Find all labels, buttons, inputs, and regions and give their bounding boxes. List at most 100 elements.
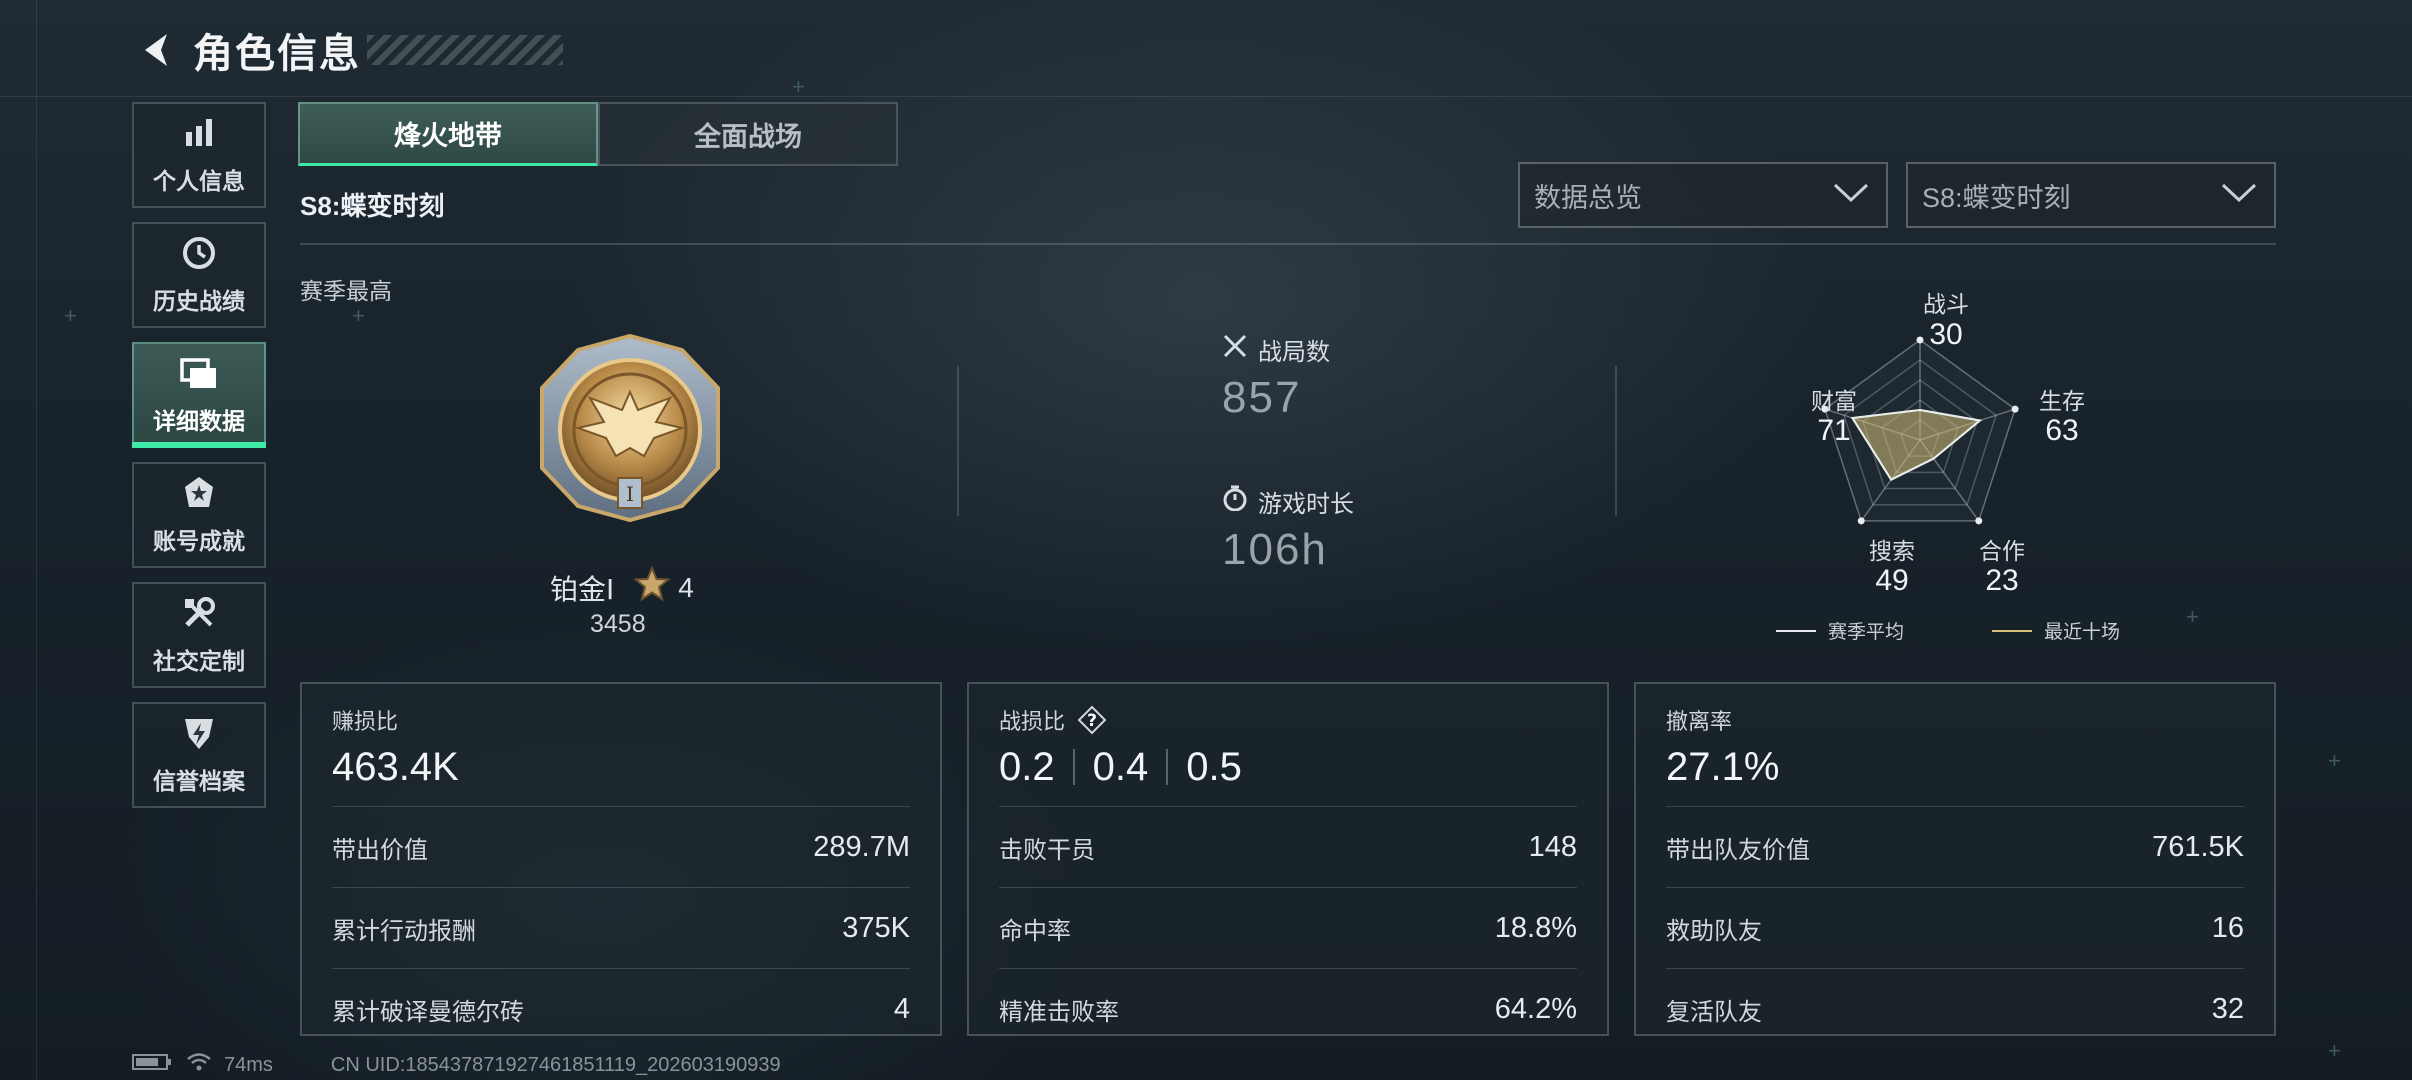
uid-text: CN UID:18543787192746185111​9_2026031909…: [330, 1053, 781, 1076]
row-label: 带出价值: [332, 836, 428, 864]
header-divider: [300, 243, 2276, 245]
season-dropdown-value: S8:蝶变时刻: [1922, 182, 2071, 213]
achievement-badge-icon: [180, 474, 218, 512]
table-row: 累计行动报酬 375K: [332, 887, 910, 968]
row-label: 复活队友: [1666, 998, 1762, 1026]
season-best-label: 赛季最高: [300, 278, 392, 304]
sidebar-item-reputation[interactable]: 信誉档案: [132, 702, 266, 808]
legend-recent-ten: 最近十场: [1992, 617, 2120, 644]
bg-grid-line: [36, 0, 37, 1080]
legend-label: 赛季平均: [1828, 622, 1905, 643]
season-title: S8:蝶变时刻: [300, 191, 445, 221]
chevron-down-icon: [2220, 182, 2258, 209]
row-label: 精准击败率: [999, 998, 1119, 1026]
rank-name: 铂金Ⅰ: [550, 573, 615, 605]
table-row: 复活队友 32: [1666, 968, 2244, 1049]
combat-ratio-1: 0.2: [999, 744, 1055, 789]
svg-text:I: I: [626, 482, 634, 506]
rank-stars: 4: [678, 571, 694, 603]
status-footer: 74ms CN UID:18543787192746185111​9_20260…: [132, 1052, 781, 1078]
row-value: 18.8%: [1494, 911, 1577, 944]
bg-grid-line: [0, 96, 2412, 97]
combat-ratio-2: 0.4: [1092, 744, 1149, 789]
sidebar-item-label: 历史战绩: [153, 288, 245, 314]
profit-card: 赚损比 463.4K 带出价值 289.7M 累计行动报酬 375K 累计破译曼…: [300, 682, 942, 1036]
title-stripe-decoration: [367, 35, 563, 65]
rank-emblem-icon: I: [532, 332, 728, 524]
radar-vertex-dot: [1975, 517, 1983, 525]
row-value: 16: [2211, 911, 2244, 944]
row-label: 击败干员: [999, 836, 1095, 864]
stopwatch-icon: [1222, 485, 1248, 518]
rank-line: 铂金Ⅰ 4: [550, 565, 710, 609]
tab-full-battlefield[interactable]: 全面战场: [598, 102, 898, 166]
history-clock-icon: [180, 234, 218, 272]
bg-crosshair: +: [2328, 748, 2341, 773]
battery-icon: [132, 1053, 172, 1077]
sidebar-item-label: 账号成就: [153, 528, 245, 554]
row-value: 761.5K: [2152, 830, 2244, 863]
combat-card-title: 战损比: [999, 709, 1066, 734]
radar-axis-label: 财富: [1811, 388, 1857, 414]
wifi-icon: [186, 1052, 212, 1078]
legend-swatch-gold: [1992, 629, 2032, 632]
row-label: 救助队友: [1666, 917, 1762, 945]
combat-card: 战损比 ? 0.2 0.4 0.5 击败干员 148 命中率 18.8% 精准击…: [967, 682, 1609, 1036]
table-row: 带出价值 289.7M: [332, 806, 910, 887]
sidebar-item-label: 信誉档案: [153, 768, 245, 794]
table-row: 救助队友 16: [1666, 887, 2244, 968]
row-label: 命中率: [999, 917, 1071, 945]
playtime-value: 106h: [1222, 525, 1328, 574]
row-value: 289.7M: [813, 830, 910, 863]
view-dropdown-value: 数据总览: [1534, 182, 1642, 213]
row-value: 64.2%: [1494, 992, 1577, 1025]
extract-card-title: 撤离率: [1666, 709, 1733, 734]
extract-card: 撤离率 27.1% 带出队友价值 761.5K 救助队友 16 复活队友 32: [1634, 682, 2276, 1036]
table-row: 击败干员 148: [999, 806, 1577, 887]
sidebar-item-personal-info[interactable]: 个人信息: [132, 102, 266, 208]
matches-value: 857: [1222, 373, 1302, 422]
radar-vertex-dot: [1857, 517, 1865, 525]
season-dropdown[interactable]: S8:蝶变时刻: [1906, 162, 2276, 228]
help-icon[interactable]: ?: [1077, 705, 1107, 735]
page-header: 角色信息: [135, 20, 563, 80]
row-value: 375K: [842, 911, 910, 944]
row-value: 4: [893, 992, 910, 1025]
radar-axis-label: 战斗: [1923, 291, 1969, 317]
sidebar-item-history[interactable]: 历史战绩: [132, 222, 266, 328]
matches-label: 战局数: [1258, 339, 1330, 366]
page-title: 角色信息: [193, 32, 361, 76]
matches-metric: 战局数 857: [1222, 332, 1330, 423]
tab-firezone[interactable]: 烽火地带: [298, 102, 598, 166]
section-divider: [1615, 366, 1617, 516]
radar-vertex-dot: [2011, 405, 2019, 413]
view-dropdown[interactable]: 数据总览: [1518, 162, 1888, 228]
table-row: 精准击败率 64.2%: [999, 968, 1577, 1049]
combat-ratio-3: 0.5: [1186, 744, 1242, 789]
bg-crosshair: +: [64, 303, 77, 328]
sidebar-item-label: 详细数据: [153, 408, 245, 434]
sidebar-item-social[interactable]: 社交定制: [132, 582, 266, 688]
ratio-separator: [1166, 749, 1169, 785]
bg-crosshair: +: [2186, 604, 2199, 629]
radar-axis-label: 合作: [1979, 538, 2025, 564]
radar-axis-value: 30: [1929, 318, 1963, 351]
sidebar-item-detailed-data[interactable]: 详细数据: [132, 342, 266, 448]
sidebar-item-achievements[interactable]: 账号成就: [132, 462, 266, 568]
table-row: 命中率 18.8%: [999, 887, 1577, 968]
sidebar: 个人信息 历史战绩 详细数据 账号成就 社交定制 信誉档案: [132, 102, 270, 822]
playtime-label: 游戏时长: [1258, 491, 1354, 518]
back-arrow-icon[interactable]: [135, 28, 179, 72]
table-row: 累计破译曼德尔砖 4: [332, 968, 910, 1049]
profit-ratio-value: 463.4K: [332, 744, 459, 789]
shield-lightning-icon: [180, 714, 218, 752]
table-row: 带出队友价值 761.5K: [1666, 806, 2244, 887]
mode-tabs: 烽火地带 全面战场: [298, 102, 898, 166]
sidebar-item-label: 个人信息: [153, 168, 245, 194]
star-icon: [633, 565, 671, 609]
profit-card-title: 赚损比: [332, 709, 399, 734]
bg-crosshair: +: [2328, 1038, 2341, 1063]
rank-points: 3458: [590, 610, 646, 638]
bar-chart-icon: [180, 114, 218, 152]
legend-label: 最近十场: [2044, 622, 2121, 643]
